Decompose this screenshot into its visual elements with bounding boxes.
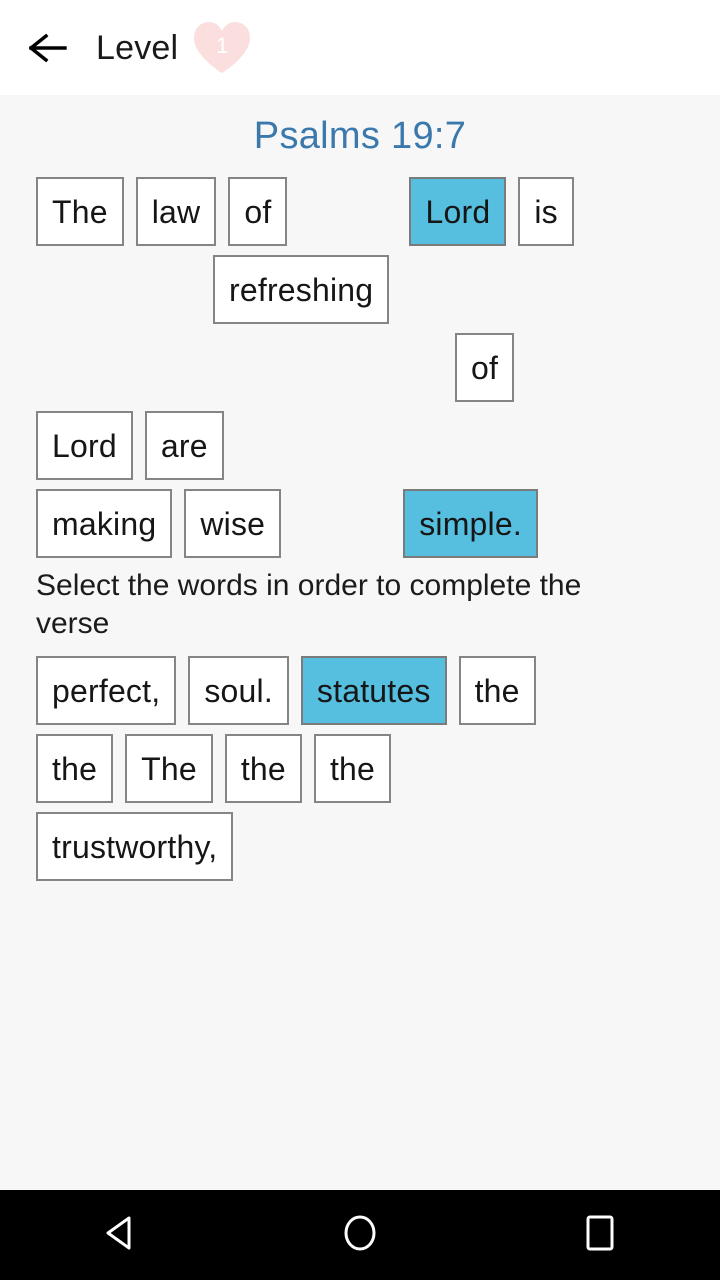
word-tile[interactable]: Lord [36,411,133,480]
word-tile-label: simple. [419,505,522,542]
word-bank-row: perfect, soul. statutes the [0,656,720,726]
nav-home-button[interactable] [300,1190,420,1280]
word-tile-label: is [534,193,558,230]
word-tile[interactable]: the [36,734,114,803]
arrow-left-icon [29,33,67,63]
word-tile[interactable]: wise [184,489,282,558]
word-tile-label: The [141,750,197,787]
word-tile-label: of [471,349,499,386]
word-tile-label: perfect, [52,672,161,709]
back-button[interactable] [0,0,96,95]
word-bank-area: perfect, soul. statutes the the The the the trus… [0,656,720,882]
lives-badge: 1 [190,18,254,78]
answer-row: of [0,333,720,403]
word-tile[interactable]: of [228,177,288,246]
word-tile[interactable]: refreshing [213,255,390,324]
word-tile-label: Lord [52,427,117,464]
word-tile-label: wise [200,505,266,542]
word-tile[interactable]: soul. [188,656,289,725]
answer-row: refreshing [0,255,720,325]
answer-area: The law of Lord is refreshing of Lord are making w… [0,177,720,559]
nav-home-icon [342,1213,378,1258]
word-tile[interactable]: statutes [300,656,447,725]
answer-row: The law of Lord is [0,177,720,247]
word-tile[interactable]: simple. [403,489,538,558]
word-tile[interactable]: trustworthy, [36,812,234,881]
word-tile-label: the [329,750,376,787]
answer-row: making wise simple. [0,489,720,559]
word-tile-label: soul. [204,672,273,709]
verse-reference: Psalms 19:7 [253,115,467,157]
word-tile[interactable]: law [135,177,217,246]
word-tile[interactable]: of [455,333,515,402]
word-tile[interactable]: is [518,177,574,246]
word-tile-label: The [52,193,108,230]
word-tile[interactable]: are [144,411,224,480]
word-tile-label: the [474,672,520,709]
nav-recents-icon [583,1214,617,1257]
answer-row: Lord are [0,411,720,481]
word-tile[interactable]: perfect, [36,656,177,725]
word-tile-label: are [160,427,208,464]
word-tile-label: trustworthy, [52,828,218,865]
word-tile-label: of [244,193,272,230]
page-title: Level [96,28,179,67]
word-tile[interactable]: the [313,734,392,803]
word-tile-label: the [240,750,286,787]
word-tile-label: refreshing [229,271,374,308]
word-bank-row: the The the the [0,734,720,804]
word-tile[interactable]: the [458,656,536,725]
word-tile-label: law [151,193,201,230]
word-tile-label: Lord [425,193,491,230]
word-tile[interactable]: Lord [409,177,507,246]
word-tile-label: making [52,505,157,542]
word-tile[interactable]: The [125,734,213,803]
nav-back-icon [103,1215,137,1256]
word-tile-label: statutes [316,672,431,709]
main-content: Psalms 19:7 The law of Lord is refreshing of Lo… [0,95,720,1190]
instruction-text: Select the words in order to complete th… [36,569,582,640]
word-tile[interactable]: the [224,734,302,803]
lives-count: 1 [216,32,229,58]
app-bar: Level 1 [0,0,720,95]
nav-back-button[interactable] [60,1190,180,1280]
word-bank-row: trustworthy, [0,812,720,882]
word-tile[interactable]: making [36,489,173,558]
word-tile[interactable]: The [36,177,124,246]
nav-recents-button[interactable] [540,1190,660,1280]
word-tile-label: the [52,750,98,787]
android-navigation-bar [0,1190,720,1280]
